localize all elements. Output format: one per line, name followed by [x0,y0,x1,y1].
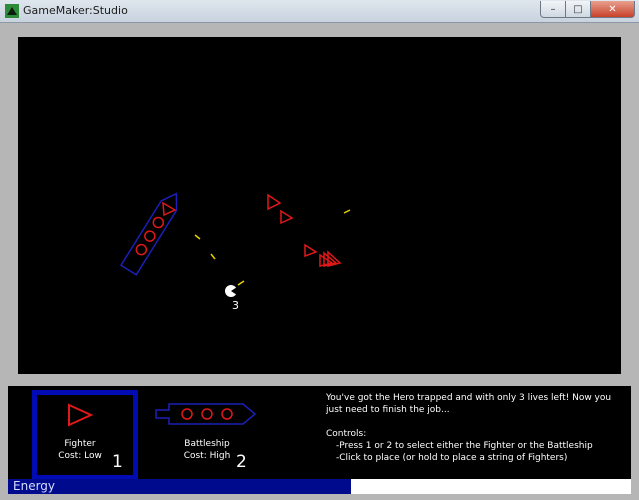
battleship-unit [119,192,178,276]
fighter-hotkey: 1 [112,452,123,472]
controls-line: -Click to place (or hold to place a stri… [336,453,568,463]
fighter-unit [304,243,318,258]
controls-title: Controls: [326,429,367,439]
title-bar: GameMaker:Studio – □ ✕ [0,0,639,23]
gamemaker-app-icon [5,4,19,18]
fighter-cost: Cost: Low [58,451,102,461]
close-button[interactable]: ✕ [591,1,635,18]
window-controls: – □ ✕ [540,1,635,18]
battleship-cost: Cost: High [183,451,231,461]
bullet [343,209,351,214]
window-title: GameMaker:Studio [23,4,128,17]
bullet [237,280,245,286]
fighter-unit [162,201,177,217]
bullet [194,234,201,240]
mission-message: You've got the Hero trapped and with onl… [326,393,614,415]
energy-label: Energy [13,479,56,493]
fighter-icon [68,403,94,427]
battleship-name: Battleship [184,439,230,449]
maximize-button[interactable]: □ [566,1,591,18]
fighter-unit [267,193,282,211]
energy-bar-fill [8,479,351,494]
unit-selection-panel: Fighter Cost: Low 1 Battleship Cost: Hig… [8,386,631,480]
battleship-icon [155,403,257,425]
energy-bar: Energy [8,479,631,494]
battleship-hotkey: 2 [236,452,247,472]
minimize-button[interactable]: – [540,1,566,18]
controls-line: -Press 1 or 2 to select either the Fight… [336,441,593,451]
hero-lives-counter: 3 [232,299,239,312]
game-canvas: 3 [119,192,351,312]
fighter-unit [280,209,294,225]
instructions-panel: You've got the Hero trapped and with onl… [326,392,626,464]
fighter-name: Fighter [64,439,96,449]
game-viewport[interactable]: 3 [18,37,621,374]
bullet [210,253,216,260]
